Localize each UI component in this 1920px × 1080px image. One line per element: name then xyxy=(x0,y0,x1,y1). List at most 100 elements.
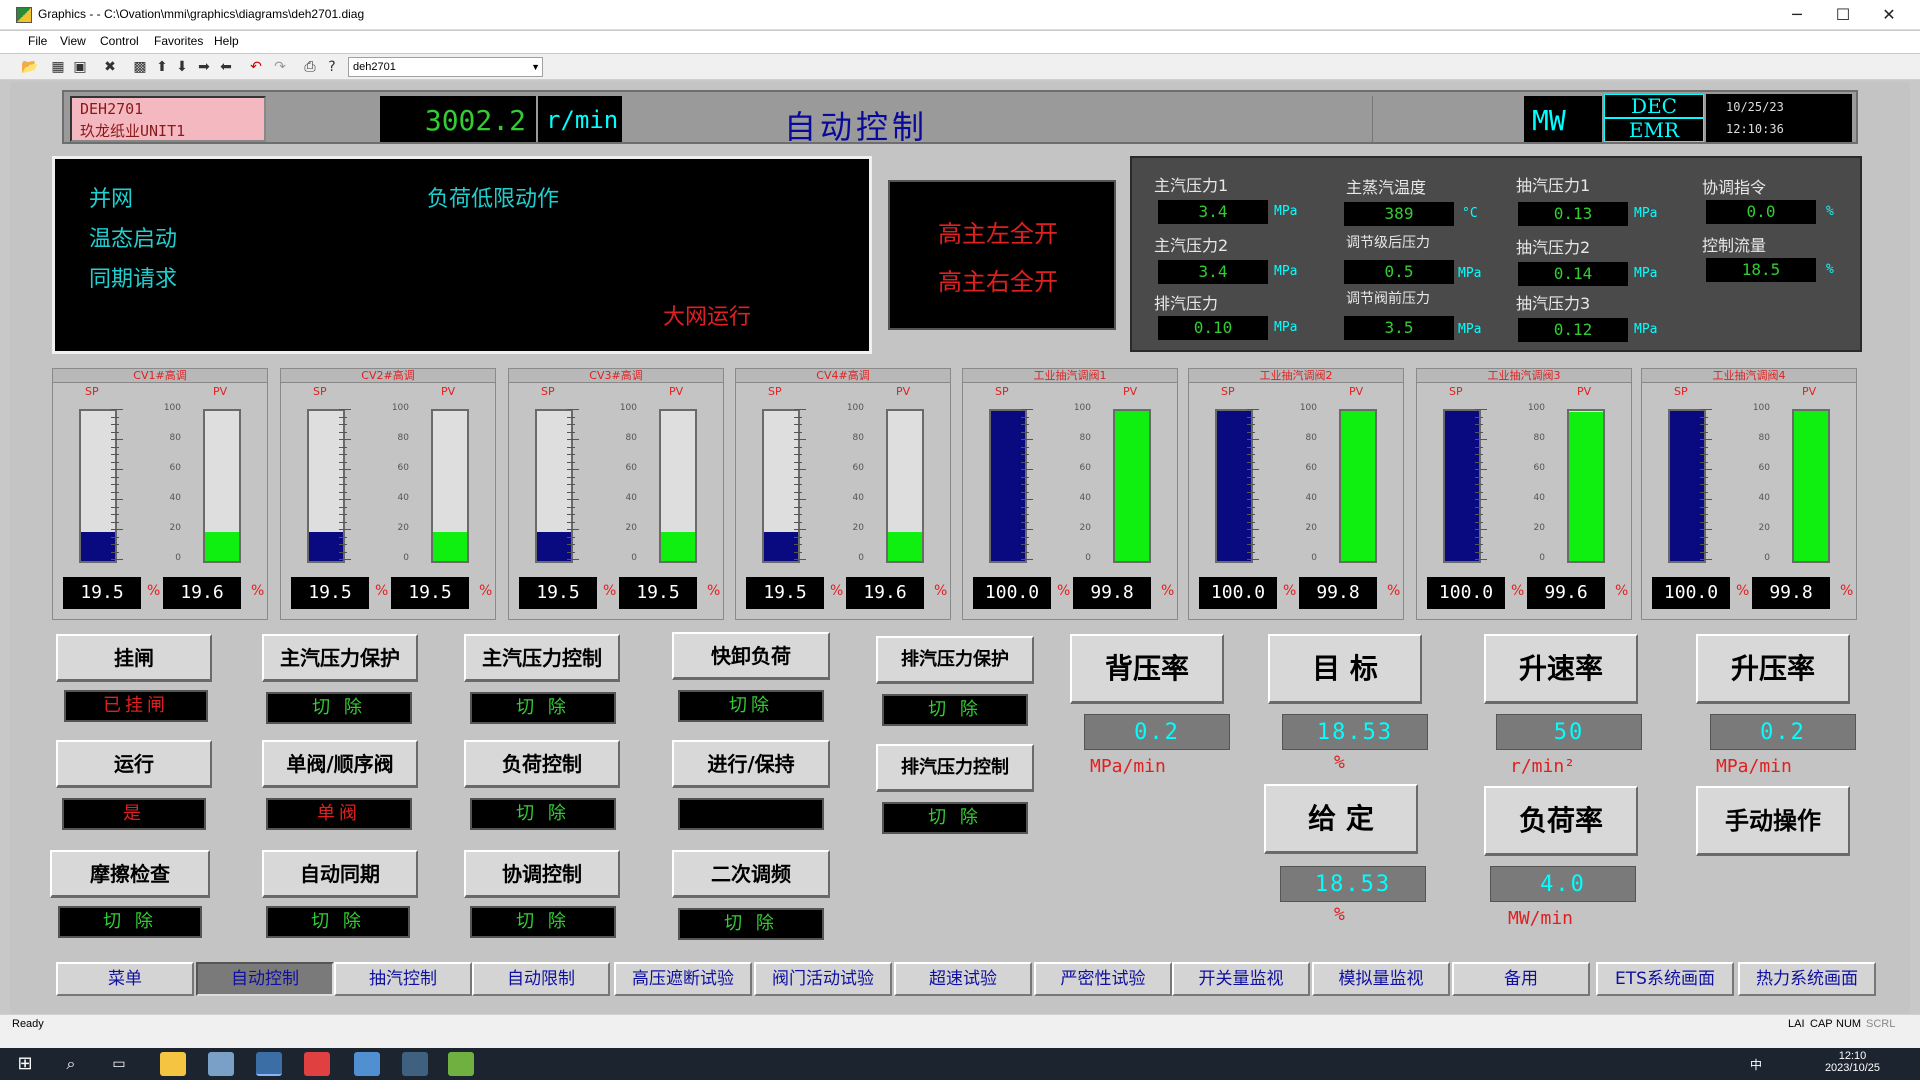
tab-digital-monitor[interactable]: 开关量监视 xyxy=(1172,962,1310,996)
setpoint-button[interactable]: 给 定 xyxy=(1264,784,1418,854)
scale-tick xyxy=(111,544,119,545)
windows-start-icon[interactable]: ⊞ xyxy=(12,1052,38,1076)
print-icon[interactable]: ⎙ xyxy=(300,57,320,77)
app-icon[interactable] xyxy=(208,1052,234,1076)
back-pressure-rate-button[interactable]: 背压率 xyxy=(1070,634,1224,704)
menu-view[interactable]: View xyxy=(60,34,86,48)
scale-tick-label: 20 xyxy=(1758,523,1770,533)
scale-tick xyxy=(567,537,575,538)
valve-gauge: CV2#高调 SP PV 100 80 60 40 20 0 19.5% 19.5% xyxy=(280,368,496,620)
minimize-button[interactable]: ─ xyxy=(1774,0,1820,30)
sp-label: SP xyxy=(768,385,782,398)
close-button[interactable]: ✕ xyxy=(1866,0,1912,30)
scale-tick xyxy=(1475,439,1487,440)
single-sequential-valve-button[interactable]: 单阀/顺序阀 xyxy=(262,740,418,788)
diagram-icon[interactable]: ▦ xyxy=(48,57,68,77)
scale-tick xyxy=(1247,522,1255,523)
param-value: 18.5 xyxy=(1706,258,1816,282)
secondary-frequency-button[interactable]: 二次调频 xyxy=(672,850,830,898)
maximize-button[interactable]: ☐ xyxy=(1820,0,1866,30)
pv-bar xyxy=(1792,409,1830,563)
tab-menu[interactable]: 菜单 xyxy=(56,962,194,996)
go-hold-button[interactable]: 进行/保持 xyxy=(672,740,830,788)
grid-icon[interactable]: ▩ xyxy=(130,57,150,77)
arrow-left-icon[interactable]: ⬅ xyxy=(216,57,236,77)
tab-auto-control[interactable]: 自动控制 xyxy=(196,962,334,996)
auto-sync-button[interactable]: 自动同期 xyxy=(262,850,418,898)
tab-extraction-control[interactable]: 抽汽控制 xyxy=(334,962,472,996)
scale-tick xyxy=(1700,552,1708,553)
menu-file[interactable]: File xyxy=(28,34,47,48)
app-icon[interactable] xyxy=(448,1052,474,1076)
scale-tick-label: 100 xyxy=(619,403,637,413)
scale-tick xyxy=(339,469,351,470)
tab-thermal-system[interactable]: 热力系统画面 xyxy=(1738,962,1876,996)
pv-value: 19.6 xyxy=(846,577,924,609)
percent-sign: % xyxy=(1615,583,1629,599)
menu-control[interactable]: Control xyxy=(100,34,139,48)
arrow-right-icon[interactable]: ➡ xyxy=(194,57,214,77)
file-explorer-icon[interactable] xyxy=(160,1052,186,1076)
pressure-rate-button[interactable]: 升压率 xyxy=(1696,634,1850,704)
graphics-app-icon[interactable] xyxy=(256,1052,282,1076)
sp-bar-fill xyxy=(764,532,798,561)
latch-button[interactable]: 挂闸 xyxy=(56,634,212,682)
target-button[interactable]: 目 标 xyxy=(1268,634,1422,704)
menu-favorites[interactable]: Favorites xyxy=(154,34,203,48)
close-x-icon[interactable]: ✖ xyxy=(100,57,120,77)
scale-tick xyxy=(1021,544,1029,545)
load-rate-button[interactable]: 负荷率 xyxy=(1484,786,1638,856)
pv-label: PV xyxy=(1802,385,1817,398)
scale-tick xyxy=(794,454,802,455)
tab-ets[interactable]: ETS系统画面 xyxy=(1596,962,1734,996)
scale-tick xyxy=(1475,522,1483,523)
scale-tick xyxy=(794,514,802,515)
manual-operation-button[interactable]: 手动操作 xyxy=(1696,786,1850,856)
forward-icon[interactable]: ↷ xyxy=(270,57,290,77)
valve-gauge: 工业抽汽调阀2 SP PV 100 80 60 40 20 0 100.0% 99.8% xyxy=(1188,368,1404,620)
tab-hp-trip-test[interactable]: 高压遮断试验 xyxy=(614,962,752,996)
search-icon[interactable]: ⌕ xyxy=(58,1052,84,1076)
sp-bar-fill xyxy=(81,532,115,561)
app-icon[interactable] xyxy=(354,1052,380,1076)
main-steam-pressure-protection-button[interactable]: 主汽压力保护 xyxy=(262,634,418,682)
trend-app-icon[interactable] xyxy=(304,1052,330,1076)
exhaust-pressure-control-button[interactable]: 排汽压力控制 xyxy=(876,744,1034,792)
gauge-scale: 100 80 60 40 20 0 xyxy=(567,403,637,563)
tab-auto-limit[interactable]: 自动限制 xyxy=(472,962,610,996)
gauge-title: 工业抽汽调阀2 xyxy=(1189,369,1403,383)
open-folder-icon[interactable]: 📂 xyxy=(20,57,40,77)
help-icon[interactable]: ? xyxy=(322,57,342,77)
coordinated-control-button[interactable]: 协调控制 xyxy=(464,850,620,898)
exhaust-pressure-protection-button[interactable]: 排汽压力保护 xyxy=(876,636,1034,684)
fast-unload-button[interactable]: 快卸负荷 xyxy=(672,632,830,680)
ime-indicator[interactable]: 中 xyxy=(1750,1056,1762,1073)
scale-tick xyxy=(794,469,806,470)
tab-spare[interactable]: 备用 xyxy=(1452,962,1590,996)
load-control-button[interactable]: 负荷控制 xyxy=(464,740,620,788)
main-steam-pressure-control-button[interactable]: 主汽压力控制 xyxy=(464,634,620,682)
run-button[interactable]: 运行 xyxy=(56,740,212,788)
window-icon[interactable]: ▣ xyxy=(70,57,90,77)
scale-tick-label: 0 xyxy=(1311,553,1317,563)
tab-valve-test[interactable]: 阀门活动试验 xyxy=(754,962,892,996)
menu-help[interactable]: Help xyxy=(214,34,239,48)
scale-tick-label: 40 xyxy=(1758,493,1770,503)
tab-analog-monitor[interactable]: 模拟量监视 xyxy=(1312,962,1450,996)
friction-check-button[interactable]: 摩擦检查 xyxy=(50,850,210,898)
back-icon[interactable]: ↶ xyxy=(246,57,266,77)
arrow-up-icon[interactable]: ⬆ xyxy=(152,57,172,77)
arrow-down-icon[interactable]: ⬇ xyxy=(172,57,192,77)
tab-tightness-test[interactable]: 严密性试验 xyxy=(1034,962,1172,996)
diagram-select[interactable]: deh2701 ▼ xyxy=(348,57,543,77)
status-panel: 并网 温态启动 同期请求 负荷低限动作 大网运行 xyxy=(52,156,872,354)
task-view-icon[interactable]: ▭ xyxy=(106,1052,132,1076)
scale-tick xyxy=(794,522,802,523)
scale-tick xyxy=(111,559,123,560)
sp-value: 100.0 xyxy=(1199,577,1277,609)
taskbar-clock[interactable]: 12:10 2023/10/25 xyxy=(1825,1050,1880,1074)
tab-overspeed-test[interactable]: 超速试验 xyxy=(894,962,1032,996)
speed-rate-value: 50 xyxy=(1496,714,1642,750)
speed-rate-button[interactable]: 升速率 xyxy=(1484,634,1638,704)
app-icon[interactable] xyxy=(402,1052,428,1076)
